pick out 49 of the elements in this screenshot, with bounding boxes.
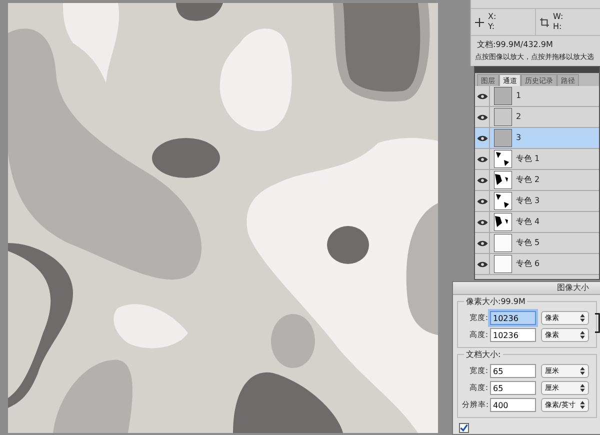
checkbox[interactable] bbox=[459, 423, 469, 433]
updown-icon bbox=[580, 314, 585, 322]
channel-row[interactable]: 专色 1 bbox=[475, 149, 599, 170]
selection-size-icon bbox=[540, 18, 549, 26]
x-label: X: bbox=[488, 12, 496, 22]
channel-row[interactable]: 3 bbox=[475, 128, 599, 149]
channel-name: 专色 3 bbox=[516, 196, 540, 206]
eye-icon[interactable] bbox=[476, 114, 488, 120]
channel-name: 3 bbox=[516, 133, 522, 143]
value-field[interactable]: 10236 bbox=[490, 311, 536, 325]
channel-row[interactable]: 专色 6 bbox=[475, 254, 599, 275]
channel-row[interactable]: 2 bbox=[475, 107, 599, 128]
channel-row[interactable]: 1 bbox=[475, 86, 599, 107]
w-label: W: bbox=[553, 12, 564, 22]
updown-icon bbox=[580, 331, 585, 339]
crosshair-icon bbox=[475, 18, 484, 26]
eye-icon[interactable] bbox=[476, 92, 488, 100]
channel-row[interactable]: 专色 3 bbox=[475, 191, 599, 212]
updown-icon bbox=[580, 384, 585, 392]
channel-name: 2 bbox=[516, 112, 522, 122]
h-label: H: bbox=[553, 22, 563, 32]
channel-name: 1 bbox=[516, 91, 522, 101]
document-size-text: 文档:99.9M/432.9M bbox=[476, 39, 554, 50]
eye-icon[interactable] bbox=[476, 240, 488, 246]
channel-row[interactable]: 专色 4 bbox=[475, 212, 599, 233]
link-bracket-icon bbox=[595, 312, 600, 334]
eye-icon[interactable] bbox=[476, 260, 488, 268]
y-label: Y: bbox=[488, 22, 496, 32]
group-title: 文档大小: bbox=[464, 349, 503, 360]
dialog-title: 图像大小 bbox=[453, 282, 600, 295]
value-field[interactable]: 65 bbox=[490, 364, 536, 378]
value-field[interactable]: 65 bbox=[490, 381, 536, 395]
channel-row[interactable]: 专色 2 bbox=[475, 170, 599, 191]
updown-icon bbox=[580, 367, 585, 375]
eye-icon[interactable] bbox=[476, 134, 488, 142]
value-field[interactable]: 400 bbox=[490, 398, 536, 412]
channel-name: 专色 4 bbox=[516, 217, 540, 227]
eye-icon[interactable] bbox=[476, 198, 488, 204]
eye-icon[interactable] bbox=[476, 176, 488, 184]
channel-name: 专色 2 bbox=[516, 175, 540, 185]
channel-name: 专色 6 bbox=[516, 259, 540, 269]
channel-name: 专色 5 bbox=[516, 238, 540, 248]
eye-icon[interactable] bbox=[476, 156, 488, 162]
updown-icon bbox=[580, 401, 585, 409]
eye-icon[interactable] bbox=[476, 218, 488, 226]
group-title: 像素大小:99.9M bbox=[464, 296, 528, 307]
channel-name: 专色 1 bbox=[516, 154, 540, 164]
value-field[interactable]: 10236 bbox=[490, 328, 536, 342]
channel-row[interactable]: 专色 5 bbox=[475, 233, 599, 254]
